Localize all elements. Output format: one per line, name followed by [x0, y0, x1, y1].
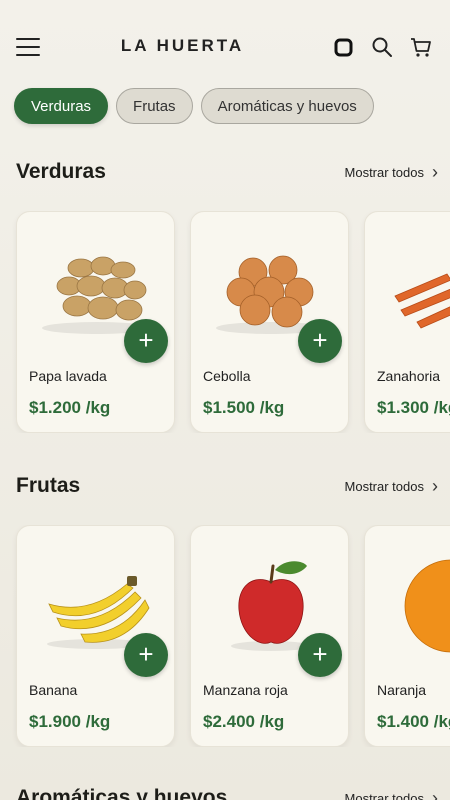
product-name: Banana	[29, 682, 78, 698]
show-all-link[interactable]: Mostrar todos ›	[345, 163, 438, 181]
chevron-right-icon: ›	[432, 788, 438, 800]
section-header-verduras: Verduras Mostrar todos ›	[16, 160, 438, 184]
product-price: $1.400 /kg	[377, 712, 450, 731]
show-all-link[interactable]: Mostrar todos ›	[345, 477, 438, 495]
chevron-right-icon: ›	[432, 162, 438, 182]
product-name: Naranja	[377, 682, 427, 698]
show-all-label: Mostrar todos	[344, 164, 424, 180]
show-all-label: Mostrar todos	[344, 790, 424, 800]
category-chips: Verduras Frutas Aromáticas y huevos	[14, 88, 374, 124]
carrots-icon	[394, 273, 450, 329]
product-row-frutas: + Banana $1.900 /kg + Manzana roja $2.40…	[0, 525, 450, 747]
add-to-cart-button[interactable]: +	[298, 633, 342, 677]
product-name: Papa lavada	[29, 368, 107, 384]
product-price: $1.300 /kg	[377, 398, 450, 417]
product-price: $1.900 /kg	[29, 712, 111, 731]
product-price: $2.400 /kg	[203, 712, 285, 731]
chevron-right-icon: ›	[432, 476, 438, 496]
orange-icon	[404, 559, 450, 653]
section-header-aromaticas: Aromáticas y huevos Mostrar todos ›	[16, 786, 438, 800]
square-icon[interactable]	[333, 36, 355, 58]
search-icon[interactable]	[371, 36, 393, 58]
section-title: Verduras	[16, 160, 106, 183]
product-card[interactable]: Naranja $1.400 /kg	[364, 525, 450, 747]
cart-icon[interactable]	[410, 36, 432, 58]
top-bar: LA HUERTA	[0, 0, 450, 96]
show-all-label: Mostrar todos	[344, 478, 424, 494]
section-header-frutas: Frutas Mostrar todos ›	[16, 474, 438, 498]
product-card[interactable]: + Papa lavada $1.200 /kg	[16, 211, 175, 433]
show-all-link[interactable]: Mostrar todos ›	[345, 789, 438, 800]
product-row-verduras: + Papa lavada $1.200 /kg + Cebolla $1.50…	[0, 211, 450, 433]
chip-verduras[interactable]: Verduras	[14, 88, 109, 124]
product-name: Manzana roja	[203, 682, 288, 698]
brand-title: LA HUERTA	[120, 36, 245, 55]
product-card[interactable]: + Manzana roja $2.400 /kg	[190, 525, 349, 747]
add-to-cart-button[interactable]: +	[124, 319, 168, 363]
product-card[interactable]: + Banana $1.900 /kg	[16, 525, 175, 747]
product-name: Zanahoria	[377, 368, 441, 384]
product-price: $1.200 /kg	[29, 398, 111, 417]
chip-frutas[interactable]: Frutas	[116, 88, 193, 124]
section-title: Frutas	[16, 474, 81, 497]
product-price: $1.500 /kg	[203, 398, 285, 417]
product-name: Cebolla	[203, 368, 251, 384]
add-to-cart-button[interactable]: +	[298, 319, 342, 363]
section-title: Aromáticas y huevos	[16, 786, 228, 800]
chip-aromaticas[interactable]: Aromáticas y huevos	[200, 88, 374, 124]
product-card[interactable]: + Cebolla $1.500 /kg	[190, 211, 349, 433]
add-to-cart-button[interactable]: +	[124, 633, 168, 677]
product-card[interactable]: Zanahoria $1.300 /kg	[364, 211, 450, 433]
